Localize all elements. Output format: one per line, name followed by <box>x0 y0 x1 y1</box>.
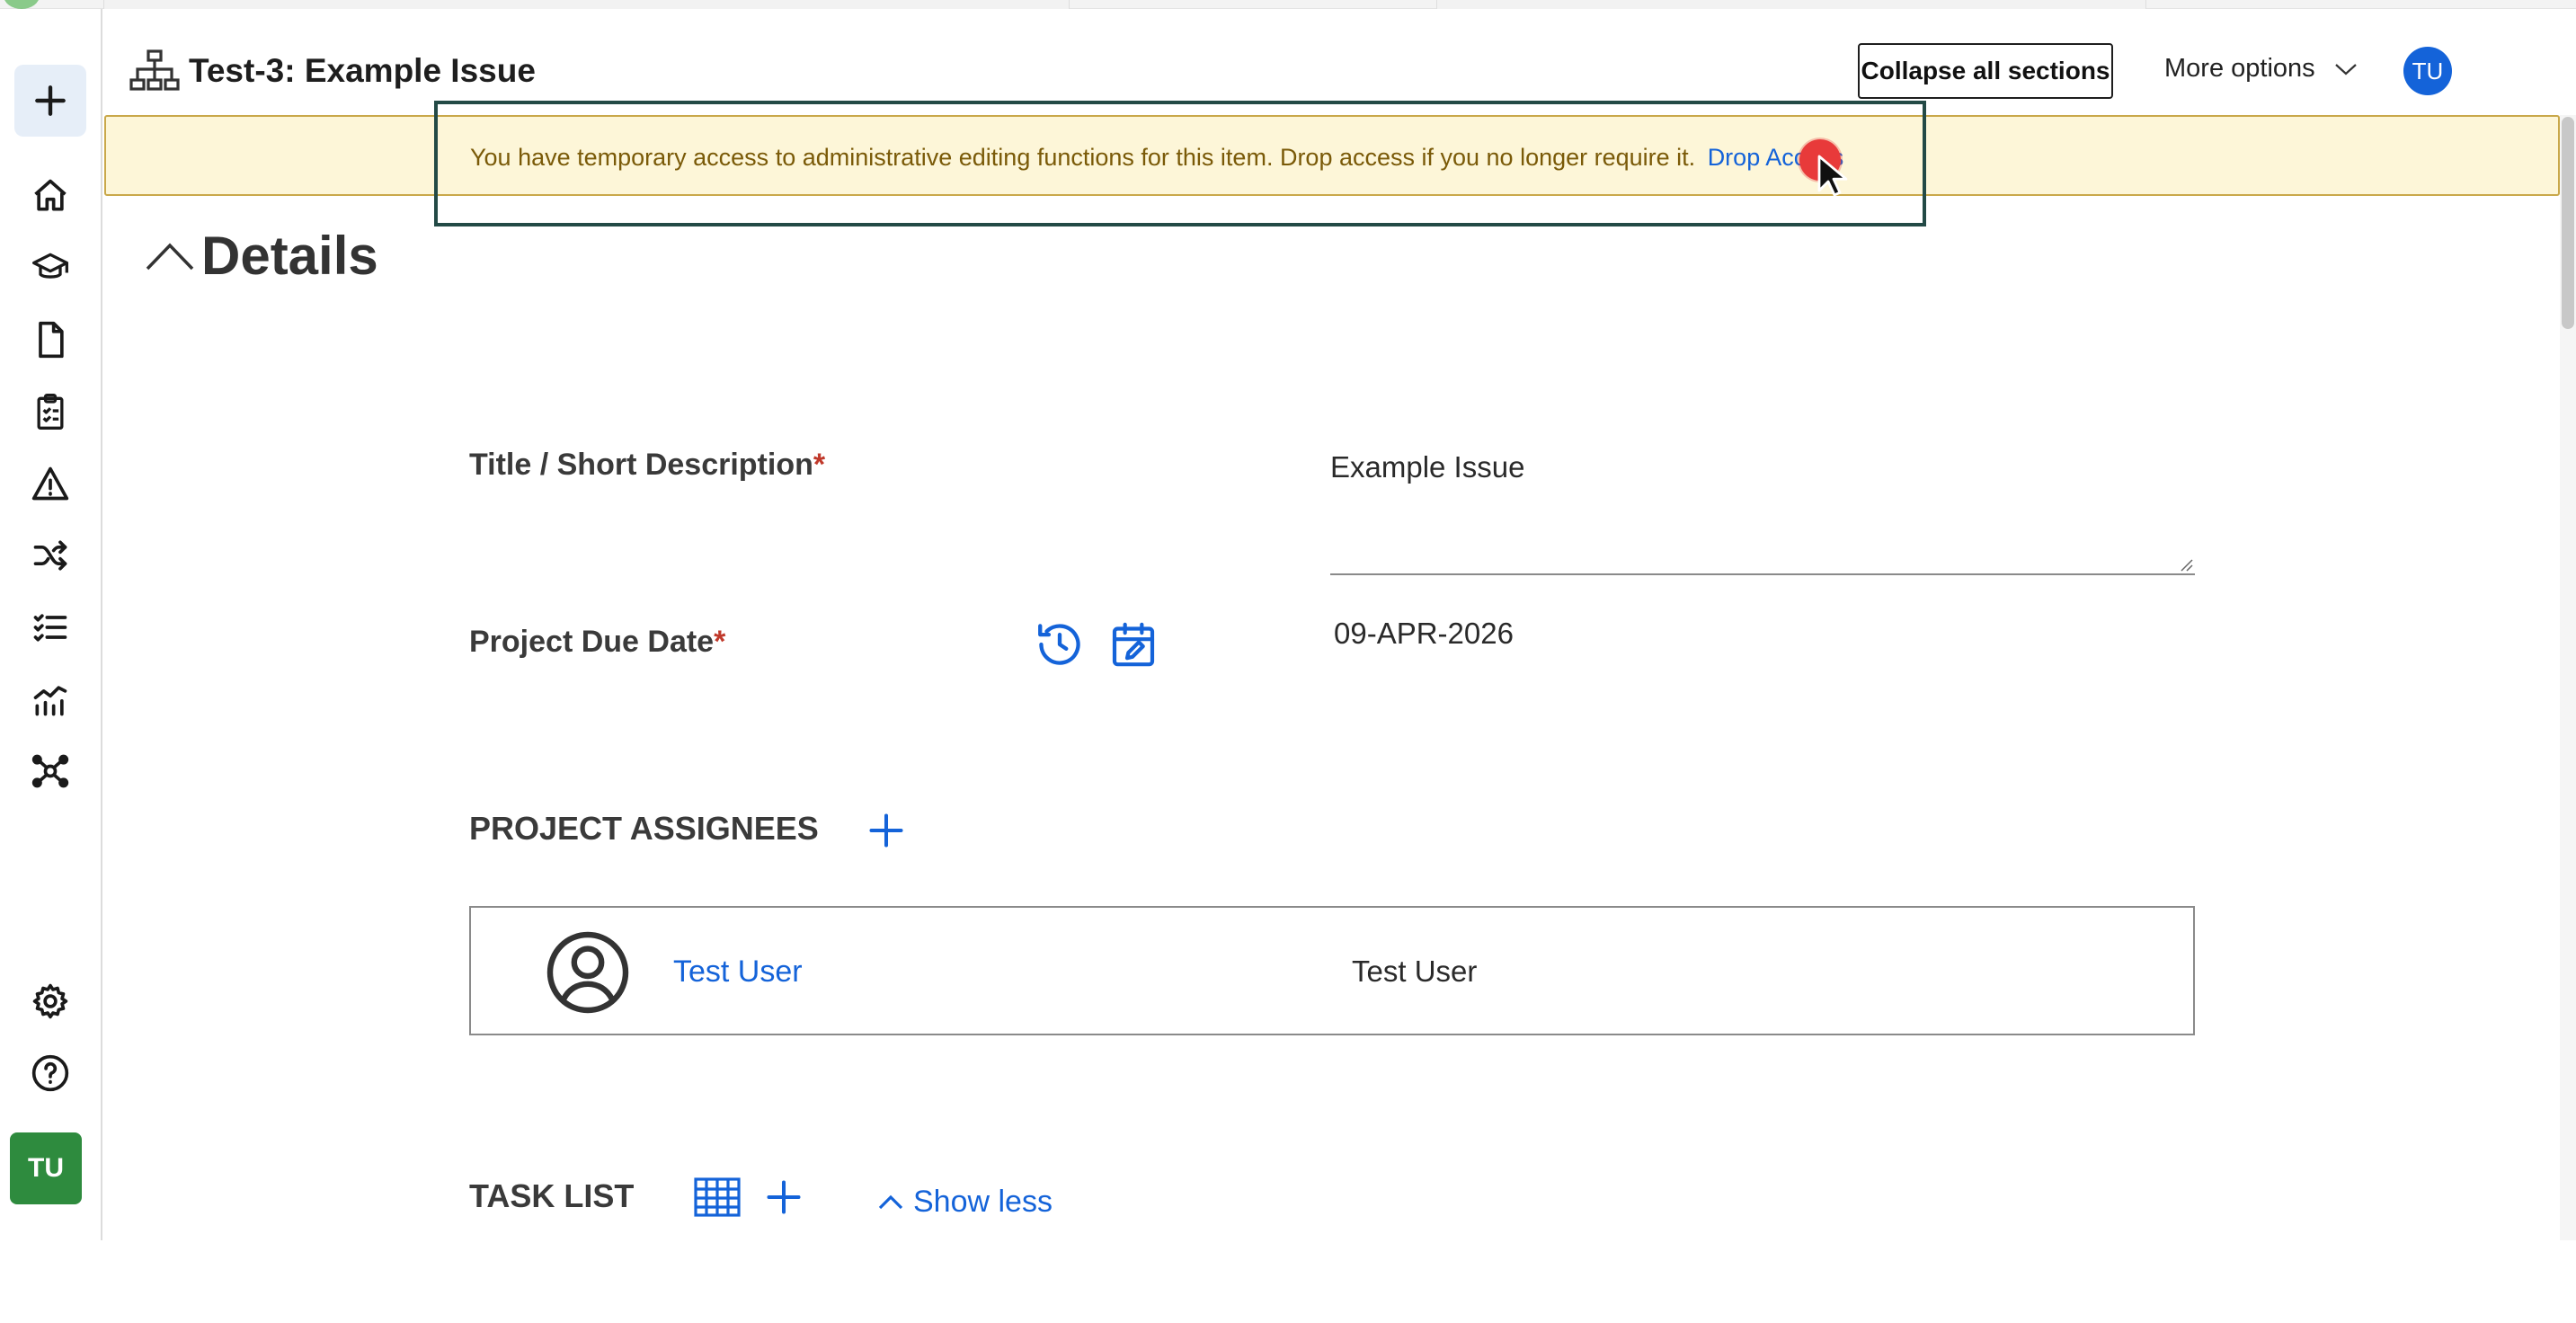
hierarchy-icon <box>129 49 180 91</box>
assignee-name: Test User <box>1352 955 1478 988</box>
show-less-label: Show less <box>913 1185 1053 1219</box>
chevron-up-icon <box>878 1194 903 1209</box>
shuffle-icon <box>33 540 67 571</box>
create-new-button[interactable] <box>14 65 86 137</box>
banner-text: You have temporary access to administrat… <box>470 144 1843 172</box>
banner-message: You have temporary access to administrat… <box>470 144 1696 171</box>
show-less-toggle[interactable]: Show less <box>877 1185 1053 1220</box>
due-date-field-label: Project Due Date* <box>469 625 725 660</box>
page-title: Test-3: Example Issue <box>189 52 536 89</box>
plus-icon <box>35 85 66 116</box>
user-avatar-button[interactable]: TU <box>10 1132 82 1204</box>
add-assignee-button[interactable] <box>859 804 913 857</box>
title-label-text: Title / Short Description <box>469 448 813 482</box>
details-section-toggle[interactable]: Details <box>144 225 378 287</box>
due-date-label-text: Project Due Date <box>469 625 715 659</box>
warning-triangle-icon <box>31 466 69 501</box>
plus-icon <box>869 813 903 848</box>
date-picker-button[interactable] <box>1106 617 1161 672</box>
more-options-dropdown[interactable]: More options <box>2164 54 2358 84</box>
title-field-label: Title / Short Description* <box>469 448 825 483</box>
clipboard-checklist-icon <box>37 394 64 430</box>
home-icon <box>34 179 67 211</box>
history-icon <box>1038 624 1080 665</box>
assignee-row: Test User Test User <box>469 906 2195 1035</box>
temporary-access-banner: You have temporary access to administrat… <box>104 115 2560 196</box>
nav-reports-button[interactable] <box>14 663 86 735</box>
required-marker: * <box>813 448 826 482</box>
network-icon <box>31 754 69 788</box>
assignee-link[interactable]: Test User <box>673 955 803 990</box>
more-options-label: More options <box>2164 54 2315 83</box>
plus-icon <box>767 1180 801 1214</box>
nav-help-button[interactable] <box>14 1037 86 1109</box>
project-assignees-heading: PROJECT ASSIGNEES <box>469 810 819 847</box>
checklist-icon <box>33 614 67 642</box>
chevron-up-icon <box>146 242 194 270</box>
mouse-cursor-icon <box>1817 155 1848 197</box>
nav-checklists-button[interactable] <box>14 591 86 663</box>
nav-issues-button[interactable] <box>14 448 86 519</box>
title-input[interactable] <box>1330 448 2195 575</box>
item-header: Test-3: Example Issue Collapse all secti… <box>102 9 2576 115</box>
section-title: Details <box>201 226 378 286</box>
browser-top-strip <box>0 0 2576 23</box>
table-grid-icon <box>694 1177 741 1217</box>
left-nav-rail: TU <box>0 9 102 1240</box>
scrollbar-thumb[interactable] <box>2562 117 2574 329</box>
resize-grip-icon <box>2181 559 2193 572</box>
nav-documents-button[interactable] <box>14 304 86 376</box>
user-profile-icon <box>546 931 629 1014</box>
document-icon <box>39 321 64 359</box>
collapse-all-sections-button[interactable]: Collapse all sections <box>1858 43 2113 99</box>
gear-icon <box>32 983 68 1019</box>
due-date-value[interactable]: 09-APR-2026 <box>1334 617 1514 651</box>
nav-settings-button[interactable] <box>14 965 86 1037</box>
nav-network-button[interactable] <box>14 735 86 807</box>
chart-icon <box>33 686 67 716</box>
date-history-button[interactable] <box>1032 617 1088 672</box>
app-window: TU Test-3: Example Issue Collapse all se… <box>0 0 2576 1323</box>
nav-home-button[interactable] <box>14 160 86 232</box>
chevron-down-icon <box>2334 63 2357 75</box>
add-task-button[interactable] <box>757 1170 811 1224</box>
task-table-view-button[interactable] <box>688 1170 746 1224</box>
header-avatar-initials: TU <box>2412 57 2444 84</box>
help-icon <box>31 1054 69 1092</box>
user-avatar-initials: TU <box>28 1153 64 1183</box>
calendar-edit-icon <box>1112 622 1155 667</box>
graduation-cap-icon <box>32 253 68 279</box>
required-marker: * <box>714 625 726 659</box>
header-user-avatar[interactable]: TU <box>2403 47 2452 95</box>
task-list-heading: TASK LIST <box>469 1177 635 1214</box>
nav-tasks-button[interactable] <box>14 376 86 448</box>
nav-learning-button[interactable] <box>14 232 86 304</box>
nav-workflow-button[interactable] <box>14 519 86 591</box>
